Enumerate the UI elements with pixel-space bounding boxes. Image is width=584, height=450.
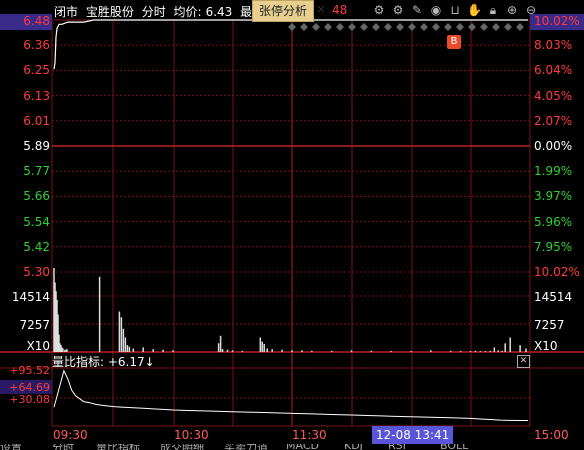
avg-price-label: 均价: [173,5,202,19]
time-tick-label: 11:30 [292,428,327,442]
bottom-tab[interactable]: MACD [286,444,319,450]
volume-tick-label: 7257 [19,318,50,332]
limit-marker [396,23,404,31]
chart-mode: 分时 [141,5,166,19]
bottom-tab-bar: 设置 分时 量比指标 成交明细 买卖力道 MACD KDJ RSI BOLL [0,444,584,450]
volume-tick-label: 14514 [11,290,50,304]
pct-tick-label: 0.00% [534,139,573,153]
bottom-tab[interactable]: KDJ [344,444,363,450]
pct-tick-label: 5.96% [534,214,573,229]
volume-tick-label: 7257 [534,318,565,332]
limit-marker [372,23,380,31]
volume-tick-label: X10 [534,339,558,353]
eye-icon[interactable]: ◉ [429,3,443,17]
price-tick-label: 5.30 [23,265,50,279]
limit-up-analysis-button[interactable]: 张停分析 [252,0,315,22]
limit-marker [384,23,392,31]
limit-marker [288,23,296,31]
close-icon[interactable]: ✕ [517,355,530,368]
price-tick-label: 6.25 [23,63,50,78]
pct-tick-label: 6.04% [534,63,573,78]
latest-price-value: 48 [332,3,348,17]
pct-tick-label: 10.02% [534,265,580,279]
limit-marker [324,23,332,31]
liangbi-line [53,369,528,421]
gear-icon[interactable]: ⚙ [391,3,405,17]
limit-marker [516,23,524,31]
pct-tick-label: 7.95% [534,239,573,254]
limit-marker [444,23,452,31]
lock-icon[interactable]: 🔒︎ [486,3,500,17]
limit-marker [468,23,476,31]
volume-tick-label: 14514 [534,290,573,304]
close-icon[interactable]: × [316,2,326,16]
time-tick-label: 10:30 [174,428,209,442]
price-tick-label: 5.89 [23,139,50,153]
price-tick-label: 6.01 [23,113,50,128]
time-tick-label: 15:00 [534,428,569,442]
pct-tick-label: 3.97% [534,189,573,204]
pct-tick-label: 4.05% [534,88,573,103]
buy-marker-badge[interactable]: B [447,35,461,49]
bottom-tab[interactable]: RSI [388,444,406,450]
limit-marker [480,23,488,31]
bottom-tab[interactable]: 成交明细 [160,444,204,450]
price-tick-label: 6.48 [23,14,50,28]
hand-icon[interactable]: ✋ [467,3,482,17]
limit-marker [504,23,512,31]
limit-marker [492,23,500,31]
limit-marker [336,23,344,31]
limit-marker [408,23,416,31]
pct-tick-label: 2.07% [534,113,573,128]
price-tick-label: 6.36 [23,38,50,53]
avg-price-value: 6.43 [205,5,233,19]
market-status: 闭市 [54,5,79,19]
limit-marker [432,23,440,31]
plus-icon[interactable]: ⊕ [505,3,519,17]
bottom-tab[interactable]: 分时 [52,444,74,450]
price-tick-label: 5.77 [23,164,50,179]
limit-marker [420,23,428,31]
bottom-tab[interactable]: 买卖力道 [224,444,268,450]
volume-tick-label: X10 [26,339,51,353]
liangbi-title: 量比指标: +6.17↓ [52,355,155,369]
liangbi-tick-label: +95.52 [9,364,50,377]
limit-marker [312,23,320,31]
chart-canvas [0,19,584,427]
limit-marker [360,23,368,31]
stock-name[interactable]: 宝胜股份 [86,5,134,19]
pct-tick-label: 8.03% [534,38,573,53]
price-tick-label: 6.13 [23,88,50,103]
bottom-tab[interactable]: 设置 [0,444,22,450]
bottom-tab[interactable]: 量比指标 [96,444,140,450]
bottom-tab[interactable]: BOLL [440,444,468,450]
price-tick-label: 5.54 [23,214,50,229]
limit-marker [300,23,308,31]
limit-marker [348,23,356,31]
pen-icon[interactable]: ✎ [410,3,424,17]
pct-tick-label: 10.02% [534,14,580,28]
time-tick-label: 09:30 [53,428,88,442]
pct-tick-label: 1.99% [534,164,573,179]
price-tick-label: 5.66 [23,189,50,204]
basket-icon[interactable]: ⊔ [448,3,462,17]
toolbar: ⚙ ⚙ ✎ ◉ ⊔ ✋ 🔒︎ ⊕ ⊖ [372,3,538,19]
gear-icon[interactable]: ⚙ [372,3,386,17]
price-tick-label: 5.42 [23,239,50,254]
time-cursor-label: 12-08 13:41 [372,426,454,444]
stock-header: 闭市 宝胜股份 分时 均价:6.43 最新: [54,3,272,20]
limit-marker [456,23,464,31]
liangbi-tick-label: +30.08 [9,393,50,406]
